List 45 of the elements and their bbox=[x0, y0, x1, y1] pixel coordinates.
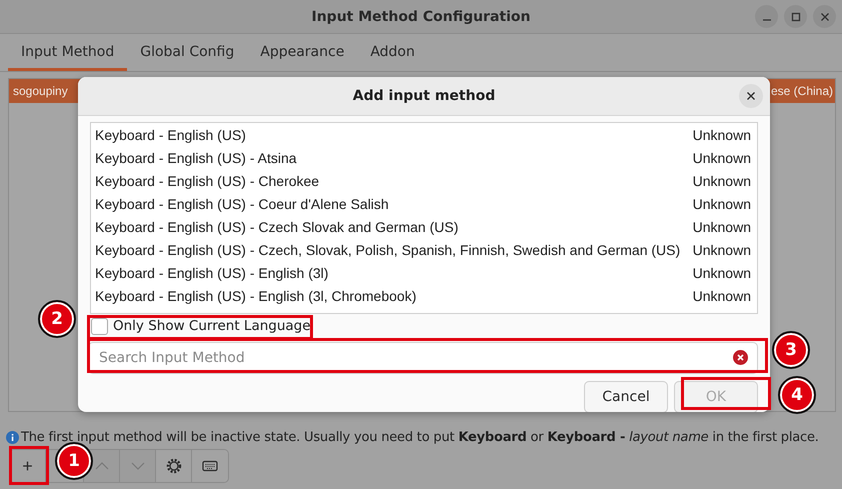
input-method-language: ese (China) bbox=[770, 84, 833, 98]
method-language: Unknown bbox=[692, 196, 751, 212]
clear-icon[interactable] bbox=[733, 350, 748, 364]
tab[interactable]: Input Method bbox=[8, 36, 128, 71]
method-language: Unknown bbox=[692, 218, 751, 234]
close-button[interactable] bbox=[739, 84, 763, 108]
checkbox[interactable] bbox=[91, 318, 108, 334]
only-current-language-checkbox[interactable]: Only Show Current Language bbox=[91, 315, 311, 337]
dialog-title: Add input method bbox=[352, 88, 496, 104]
method-name[interactable]: Keyboard - English (US) - Czech, Slovak, Polish, Spanish, Finnish, Swedish and German (US) bbox=[95, 242, 680, 258]
method-language: Unknown bbox=[692, 264, 751, 280]
method-language: Unknown bbox=[692, 150, 751, 166]
keyboard-icon bbox=[202, 460, 218, 472]
info-text: The first input method will be inactive state. Usually you need to put Keyboard or Keyboard - layout name in the first place. bbox=[21, 430, 819, 445]
method-name[interactable]: Keyboard - English (US) - English (3l) bbox=[95, 264, 328, 280]
close-icon bbox=[746, 91, 756, 101]
method-name[interactable]: Keyboard - English (US) - Coeur d'Alene Salish bbox=[95, 196, 389, 212]
tab[interactable]: Appearance bbox=[247, 36, 358, 71]
method-name[interactable]: Keyboard - English (US) bbox=[95, 126, 246, 142]
maximize-button[interactable] bbox=[784, 5, 807, 28]
gear-icon bbox=[166, 458, 182, 474]
input-method-name: sogoupiny bbox=[13, 84, 68, 98]
method-name[interactable]: Keyboard - English (US) - Atsina bbox=[95, 150, 297, 166]
info-icon bbox=[6, 431, 19, 444]
search-field[interactable]: Search Input Method bbox=[88, 342, 758, 374]
method-language: Unknown bbox=[692, 172, 751, 188]
window-title: Input Method Configuration bbox=[312, 8, 530, 24]
tab[interactable]: Addon bbox=[357, 36, 428, 71]
method-name[interactable]: Keyboard - English (US) - English (3l, Chromebook) bbox=[95, 288, 416, 304]
method-name[interactable]: Keyboard - English (US) - Czech Slovak and German (US) bbox=[95, 218, 458, 234]
method-language: Unknown bbox=[692, 126, 751, 142]
minimize-icon bbox=[762, 18, 770, 20]
close-button[interactable] bbox=[813, 5, 836, 28]
chevron-down-icon bbox=[130, 462, 144, 470]
tab[interactable]: Global Config bbox=[127, 36, 248, 71]
cancel-button[interactable]: Cancel bbox=[584, 380, 668, 412]
maximize-icon bbox=[790, 12, 800, 22]
step-number-badge: 1 bbox=[55, 442, 93, 480]
highlight-frame bbox=[9, 446, 49, 485]
close-icon bbox=[820, 12, 830, 22]
add-button[interactable]: + bbox=[10, 450, 46, 482]
method-language: Unknown bbox=[692, 242, 751, 258]
method-name[interactable]: Keyboard - English (US) - Cherokee bbox=[95, 172, 320, 188]
chevron-up-icon bbox=[94, 462, 108, 470]
method-language: Unknown bbox=[692, 288, 751, 304]
